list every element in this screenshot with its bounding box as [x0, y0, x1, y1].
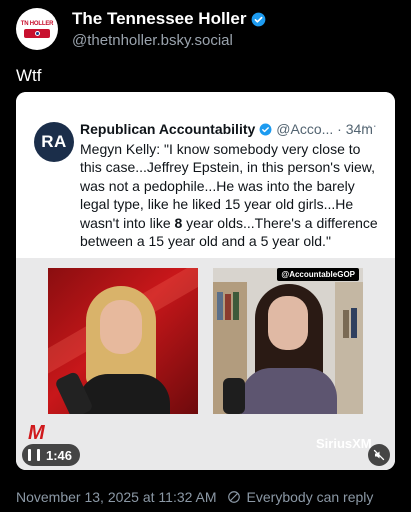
quoted-header: Republican Accountability @Acco... · 34m: [80, 121, 373, 137]
quoted-author-name: Republican Accountability: [80, 121, 256, 137]
reply-setting[interactable]: Everybody can reply: [247, 489, 374, 505]
video-panel-host: [48, 268, 198, 414]
author-display-name[interactable]: The Tennessee Holler: [72, 9, 246, 29]
tennessee-flag-icon: [24, 28, 50, 38]
embedded-media[interactable]: RA Republican Accountability @Acco... · …: [16, 92, 395, 470]
video-panel-guest: @AccountableGOP: [213, 268, 363, 414]
post-header: TN HOLLER The Tennessee Holler @thetnhol…: [16, 8, 266, 50]
siriusxm-logo: SiriusXM: [316, 436, 372, 451]
avatar-logo-text: TN HOLLER: [20, 20, 54, 27]
quoted-verified-icon: [259, 123, 272, 135]
author-names: The Tennessee Holler @thetnholler.bsky.s…: [72, 9, 266, 49]
verified-badge-icon: [252, 12, 266, 26]
video-duration: 1:46: [46, 447, 73, 463]
post-text: Wtf: [16, 66, 42, 85]
quoted-handle-time: @Acco... · 34m: [276, 121, 373, 137]
quoted-avatar: RA: [34, 122, 74, 162]
reply-settings-icon: [227, 491, 240, 503]
video-player[interactable]: @AccountableGOP M SiriusXM 1:46: [16, 258, 395, 470]
logo-mark: M: [28, 422, 45, 444]
more-icon: ···: [361, 117, 378, 133]
post-footer: November 13, 2025 at 11:32 AM Everybody …: [16, 489, 373, 505]
video-source-tag: @AccountableGOP: [277, 268, 359, 281]
quoted-body: Megyn Kelly: "I know somebody very close…: [80, 140, 384, 250]
muted-speaker-icon: [373, 449, 385, 461]
channel-logo: M: [28, 422, 45, 445]
mute-button[interactable]: [368, 444, 390, 466]
quoted-tweet: RA Republican Accountability @Acco... · …: [16, 92, 395, 258]
microphone-icon: [223, 378, 245, 414]
play-pause-button[interactable]: 1:46: [22, 444, 81, 466]
post-timestamp[interactable]: November 13, 2025 at 11:32 AM: [16, 489, 217, 505]
author-handle[interactable]: @thetnholler.bsky.social: [72, 32, 266, 49]
author-avatar[interactable]: TN HOLLER: [16, 8, 58, 50]
pause-icon: [28, 449, 40, 461]
